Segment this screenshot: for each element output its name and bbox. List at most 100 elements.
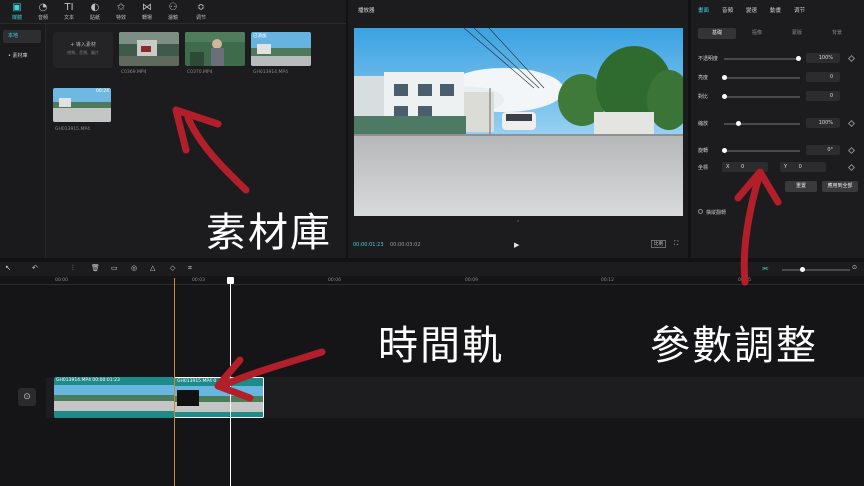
chevron-up-icon[interactable]: ⌃ bbox=[516, 220, 520, 226]
subtab-keying[interactable]: 摳像 bbox=[738, 28, 776, 39]
track-cover-icon[interactable]: ⊙ bbox=[18, 388, 36, 406]
media-thumb-gh013915[interactable]: 00:24 bbox=[53, 88, 111, 122]
freeze-icon[interactable]: ▭ bbox=[111, 264, 118, 272]
import-hint: 視頻、音頻、圖片 bbox=[67, 50, 99, 55]
tab-effects[interactable]: ✩ 特效 bbox=[108, 2, 134, 21]
thumb-label: C0369.MP4 bbox=[121, 70, 147, 75]
position-y-field[interactable]: Y 0 bbox=[780, 162, 826, 172]
ruler-label: 00:12 bbox=[601, 278, 614, 283]
tab-audio[interactable]: ◔ 音頻 bbox=[30, 2, 56, 21]
import-media-button[interactable]: + 導入素材 視頻、音頻、圖片 bbox=[53, 32, 113, 68]
sidebar-item-library[interactable]: • 素材庫 bbox=[3, 50, 41, 63]
reset-button[interactable]: 重置 bbox=[785, 181, 817, 192]
adjust-icon: ≎ bbox=[196, 2, 206, 13]
zoom-slider-knob[interactable] bbox=[800, 267, 805, 272]
split-marker bbox=[174, 278, 175, 486]
tab-audio-settings[interactable]: 音頻 bbox=[722, 6, 733, 14]
subtab-mask[interactable]: 蒙版 bbox=[778, 28, 816, 39]
rotation-slider-knob[interactable] bbox=[722, 148, 727, 153]
split-icon[interactable]: ⫶ bbox=[72, 264, 74, 273]
timeline-panel bbox=[0, 262, 864, 486]
param-label: 旋轉 bbox=[698, 148, 709, 154]
sidebar-item-local[interactable]: 本地 bbox=[3, 30, 41, 43]
brightness-slider[interactable] bbox=[724, 77, 800, 79]
ruler-label: 00:06 bbox=[328, 278, 341, 283]
annotation-timeline: 時間軌 bbox=[378, 323, 504, 369]
x-value: 0 bbox=[741, 164, 745, 170]
tab-sticker[interactable]: ◐ 貼紙 bbox=[82, 2, 108, 21]
opacity-slider-knob[interactable] bbox=[796, 56, 801, 61]
tab-media[interactable]: ▣ 媒體 bbox=[4, 2, 30, 21]
flip-checkbox[interactable] bbox=[698, 209, 703, 214]
time-current: 00:00:01:23 bbox=[353, 242, 384, 248]
tab-adjust[interactable]: ≎ 调节 bbox=[188, 2, 214, 21]
y-value: 0 bbox=[798, 164, 802, 170]
media-thumb-c0369[interactable] bbox=[119, 32, 179, 66]
ruler-label: 00:03 bbox=[192, 278, 205, 283]
filter-icon: ⚇ bbox=[168, 2, 178, 13]
snap-icon[interactable]: ⫘ bbox=[762, 264, 768, 273]
video-preview[interactable] bbox=[354, 28, 683, 216]
contrast-slider[interactable] bbox=[724, 96, 800, 98]
thumb-label: C0370.MP4 bbox=[187, 70, 213, 75]
subtab-basic[interactable]: 基礎 bbox=[698, 28, 736, 39]
cursor-icon[interactable]: ↖ bbox=[5, 264, 11, 272]
rotation-slider[interactable] bbox=[724, 150, 800, 152]
tab-label: 轉場 bbox=[141, 15, 152, 21]
clip-label: GH013915.MP4 0 bbox=[177, 379, 217, 384]
position-x-field[interactable]: X 0 bbox=[722, 162, 768, 172]
clip-filmstrip bbox=[175, 386, 263, 417]
subtab-background[interactable]: 背景 bbox=[818, 28, 856, 39]
tab-label: 文本 bbox=[63, 15, 74, 21]
reverse-icon[interactable]: ◎ bbox=[131, 264, 137, 272]
timeline-ruler bbox=[0, 284, 864, 285]
playhead-handle[interactable] bbox=[227, 277, 234, 284]
ruler-label: 00:15 bbox=[738, 278, 751, 283]
ratio-button[interactable]: 比例 bbox=[651, 240, 666, 248]
opacity-slider[interactable] bbox=[724, 58, 800, 60]
time-total: 00:00:03:02 bbox=[390, 242, 421, 248]
thumb-label: GH013915.MP4 bbox=[55, 127, 90, 132]
param-label: 縮放 bbox=[698, 121, 709, 127]
annotation-params: 參數調整 bbox=[650, 323, 818, 369]
tab-label: 貼紙 bbox=[89, 15, 100, 21]
timeline-clip-selected[interactable]: GH013915.MP4 0 bbox=[174, 377, 264, 418]
tab-picture[interactable]: 畫面 bbox=[698, 6, 709, 14]
undo-icon[interactable]: ↶ bbox=[32, 264, 38, 272]
contrast-value[interactable]: 0 bbox=[806, 91, 840, 101]
tab-filter[interactable]: ⚇ 濾鏡 bbox=[160, 2, 186, 21]
delete-icon[interactable]: 🗑 bbox=[91, 264, 100, 272]
scale-value[interactable]: 100% bbox=[806, 118, 840, 128]
fit-icon[interactable]: ⊙ bbox=[852, 264, 857, 271]
tab-transition[interactable]: ⋈ 轉場 bbox=[134, 2, 160, 21]
audio-icon: ◔ bbox=[38, 2, 48, 13]
zoom-slider[interactable] bbox=[782, 269, 850, 271]
tab-text[interactable]: TI 文本 bbox=[56, 2, 82, 21]
import-label: + 導入素材 bbox=[70, 42, 96, 48]
text-icon: TI bbox=[64, 2, 74, 13]
brightness-slider-knob[interactable] bbox=[722, 75, 727, 80]
mirror-icon[interactable]: △ bbox=[150, 264, 155, 272]
scale-slider-knob[interactable] bbox=[736, 121, 741, 126]
apply-all-button[interactable]: 應用到全部 bbox=[822, 181, 858, 192]
rotate-icon[interactable]: ◇ bbox=[170, 264, 175, 272]
brightness-value[interactable]: 0 bbox=[806, 72, 840, 82]
playhead[interactable] bbox=[230, 278, 231, 486]
fullscreen-icon[interactable]: ⛶ bbox=[674, 240, 678, 248]
opacity-value[interactable]: 100% bbox=[806, 53, 840, 63]
tab-animation[interactable]: 動畫 bbox=[770, 6, 781, 14]
ruler-label: 00:09 bbox=[465, 278, 478, 283]
contrast-slider-knob[interactable] bbox=[722, 94, 727, 99]
play-icon[interactable]: ▶ bbox=[514, 241, 519, 249]
tab-speed[interactable]: 變速 bbox=[746, 6, 757, 14]
tab-adjust-settings[interactable]: 调节 bbox=[794, 6, 805, 14]
x-label: X bbox=[726, 164, 730, 170]
timeline-clip[interactable]: GH013914.MP4 00:00:01:23 bbox=[54, 377, 174, 418]
param-label: 不透明度 bbox=[698, 56, 719, 62]
position-label: 坐標 bbox=[698, 165, 709, 171]
media-thumb-gh013914[interactable]: 已添加 bbox=[251, 32, 311, 66]
rotation-value[interactable]: 0° bbox=[806, 145, 840, 155]
transition-icon: ⋈ bbox=[142, 2, 152, 13]
crop-icon[interactable]: ⌗ bbox=[188, 264, 192, 273]
media-thumb-c0370[interactable] bbox=[185, 32, 245, 66]
